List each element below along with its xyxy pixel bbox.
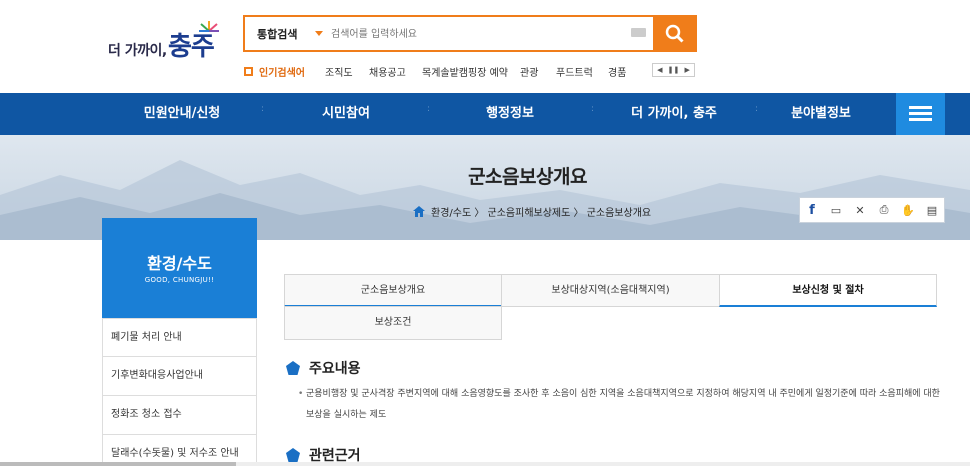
home-icon[interactable] [413, 206, 425, 217]
hot-keyword[interactable]: 푸드트럭 [556, 64, 593, 79]
menu-icon [909, 106, 932, 109]
chevron-down-icon[interactable] [315, 31, 323, 36]
pause-icon[interactable]: ❚❚ [667, 64, 681, 76]
tab-procedure[interactable]: 보상신청 및 절차 [719, 274, 937, 307]
breadcrumb-item[interactable]: 군소음피해보상제도 [488, 204, 571, 219]
search-category-select[interactable]: 통합검색 [257, 26, 297, 42]
search-box: 통합검색 [243, 15, 697, 52]
gnb-item-participation[interactable]: 시민참여 [264, 93, 428, 135]
document-icon[interactable]: ▤ [920, 198, 944, 222]
lnb-item[interactable]: 폐기물 처리 안내 [102, 318, 257, 357]
tab-target-area[interactable]: 보상대상지역(소음대책지역) [501, 274, 720, 307]
breadcrumb-separator: 〉 [570, 208, 587, 219]
tab-overview[interactable]: 군소음보상개요 [284, 274, 502, 307]
menu-icon-bar [909, 112, 932, 115]
breadcrumb-separator: 〉 [471, 208, 488, 219]
menu-icon-bar [909, 118, 932, 121]
breadcrumb: 환경/수도 〉 군소음피해보상제도 〉 군소음보상개요 [413, 204, 651, 219]
breadcrumb-item[interactable]: 환경/수도 [431, 204, 471, 219]
print-icon[interactable]: ⎙ [872, 198, 896, 222]
search-input[interactable] [331, 23, 611, 45]
search-icon [665, 24, 684, 43]
gnb-item-chungju[interactable]: 더 가까이, 충주 [592, 93, 756, 135]
gnb-item-civil[interactable]: 민원안내/신청 [100, 93, 264, 135]
lnb-title: 환경/수도 [147, 254, 212, 273]
hot-keywords-label: 인기검색어 [244, 64, 324, 79]
hot-keyword[interactable]: 채용공고 [369, 64, 406, 79]
page-tools: f ▭ ✕ ⎙ ✋ ▤ [799, 197, 945, 223]
next-icon[interactable]: ▶ [680, 64, 694, 76]
hot-keyword[interactable]: 경품 [608, 64, 626, 79]
window-icon[interactable]: ▭ [824, 198, 848, 222]
square-icon [244, 67, 253, 76]
logo[interactable]: 더 가까이, 충주 [108, 20, 223, 72]
lnb-menu: 폐기물 처리 안내 기후변화대응사업안내 정화조 청소 접수 달래수(수돗물) … [102, 318, 257, 466]
lnb-subtitle: GOOD, CHUNGJU!! [144, 276, 215, 284]
scrollbar-thumb[interactable] [0, 462, 236, 466]
hot-keyword[interactable]: 조직도 [325, 64, 353, 79]
lnb-header: 환경/수도 GOOD, CHUNGJU!! [102, 218, 257, 318]
gnb-separator: : [261, 104, 265, 114]
gnb-item-fields[interactable]: 분야별정보 [746, 93, 896, 135]
keyboard-icon[interactable] [631, 28, 646, 37]
all-menu-button[interactable] [896, 93, 945, 135]
keyword-controls: ◀ ❚❚ ▶ [652, 63, 695, 77]
facebook-icon[interactable]: f [800, 198, 824, 222]
prev-icon[interactable]: ◀ [653, 64, 667, 76]
close-icon[interactable]: ✕ [848, 198, 872, 222]
gnb-item-admin[interactable]: 행정정보 [428, 93, 592, 135]
pentagon-icon [286, 448, 300, 462]
horizontal-scrollbar[interactable] [0, 462, 970, 466]
section-title-text: 주요내용 [309, 361, 361, 377]
header: 더 가까이, 충주 통합검색 검색어를 입력하세요 인기검색어 조직도 채용공고… [0, 0, 970, 93]
search-button[interactable] [653, 15, 697, 52]
tab-conditions[interactable]: 보상조건 [284, 306, 502, 340]
lnb-item[interactable]: 정화조 청소 접수 [102, 396, 257, 435]
main-navigation: 민원안내/신청 : 시민참여 : 행정정보 : 더 가까이, 충주 : 분야별정… [0, 93, 970, 135]
section-title: 주요내용 [286, 358, 361, 378]
section-text: 군용비행장 및 군사격장 주변지역에 대해 소음영향도를 조사한 후 소음이 심… [298, 384, 946, 426]
logo-sunburst-icon [199, 21, 219, 32]
scrap-icon[interactable]: ✋ [896, 198, 920, 222]
hot-keyword[interactable]: 관광 [520, 64, 538, 79]
pentagon-icon [286, 361, 300, 375]
page: 더 가까이, 충주 통합검색 검색어를 입력하세요 인기검색어 조직도 채용공고… [0, 0, 970, 466]
hot-keywords-label-text: 인기검색어 [259, 68, 305, 79]
page-title: 군소음보상개요 [468, 166, 587, 188]
lnb-item[interactable]: 기후변화대응사업안내 [102, 357, 257, 396]
logo-small-text: 더 가까이, [108, 43, 167, 59]
hot-keyword[interactable]: 목계솔밭캠핑장 예약 [422, 64, 508, 79]
breadcrumb-item: 군소음보상개요 [586, 208, 652, 219]
